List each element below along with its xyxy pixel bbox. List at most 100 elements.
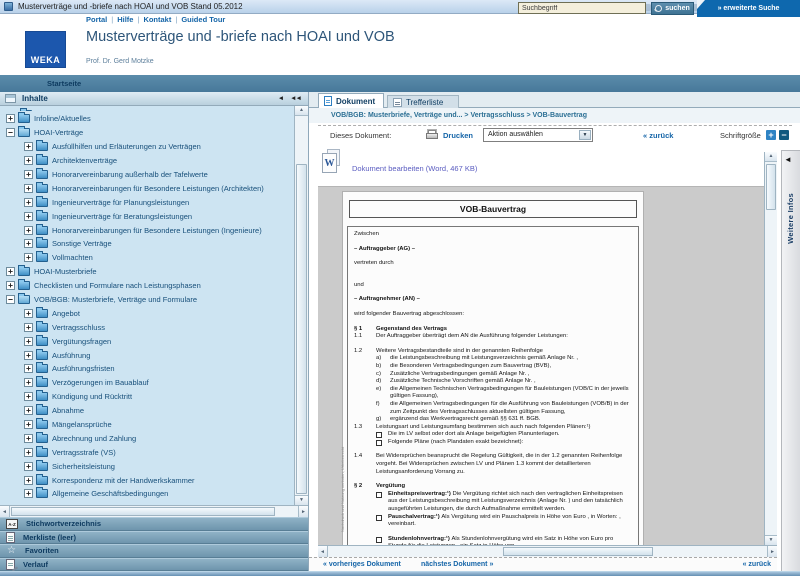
- tree-item[interactable]: + Checklisten und Formulare nach Leistung…: [0, 279, 294, 293]
- tree-item[interactable]: − HOAI-Verträge: [0, 126, 294, 140]
- collapse-panel-icon[interactable]: [278, 95, 284, 102]
- tree-item[interactable]: + Sicherheitsleistung: [0, 459, 294, 473]
- expand-icon[interactable]: +: [24, 142, 33, 152]
- sidebar-accordion-merkliste[interactable]: Merkliste (leer): [0, 530, 308, 544]
- collapse-all-icon[interactable]: [290, 95, 301, 102]
- expand-icon[interactable]: +: [24, 461, 33, 471]
- guided-tour-link[interactable]: Guided Tour: [181, 15, 225, 24]
- tree-item[interactable]: − VOB/BGB: Musterbriefe, Verträge und For…: [0, 293, 294, 307]
- action-dropdown[interactable]: Aktion auswählen: [483, 128, 593, 142]
- expand-icon[interactable]: +: [24, 447, 33, 457]
- tree-item[interactable]: + Allgemeine Geschäftsbedingungen: [0, 487, 294, 501]
- tab-dokument[interactable]: Dokument: [318, 93, 384, 108]
- portal-link[interactable]: Portal: [86, 15, 107, 24]
- expand-icon[interactable]: +: [24, 183, 33, 193]
- tree-item[interactable]: + Architektenverträge: [0, 154, 294, 168]
- search-input[interactable]: [518, 2, 646, 14]
- search-button[interactable]: suchen: [651, 2, 694, 15]
- next-document-link[interactable]: nächstes Dokument »: [421, 561, 493, 568]
- document-vertical-scrollbar[interactable]: ▲ ▼: [764, 152, 777, 545]
- sidebar-accordion-stichwortverzeichnis[interactable]: Stichwortverzeichnis: [0, 517, 308, 531]
- expand-icon[interactable]: +: [24, 308, 33, 318]
- collapse-icon[interactable]: −: [6, 295, 15, 305]
- expand-icon[interactable]: +: [24, 475, 33, 485]
- tree-item[interactable]: + HOAI-Musterbriefe: [0, 265, 294, 279]
- expand-icon[interactable]: +: [6, 114, 15, 124]
- advanced-search-link[interactable]: » erweiterte Suche: [697, 0, 800, 17]
- scroll-left-icon[interactable]: ◄: [318, 546, 328, 557]
- startseite-tab[interactable]: Startseite: [47, 75, 81, 92]
- expand-icon[interactable]: +: [24, 197, 33, 207]
- tree-item[interactable]: + Sonstige Verträge: [0, 237, 294, 251]
- expand-icon[interactable]: +: [24, 489, 33, 499]
- footer-back-link[interactable]: « zurück: [743, 561, 771, 568]
- expand-icon[interactable]: +: [24, 156, 33, 166]
- fontsize-plus-button[interactable]: +: [766, 130, 776, 140]
- fontsize-minus-button[interactable]: −: [779, 130, 789, 140]
- expand-icon[interactable]: +: [24, 392, 33, 402]
- word-edit-link[interactable]: Dokument bearbeiten (Word, 467 KB): [352, 164, 477, 173]
- scroll-left-icon[interactable]: ◄: [0, 506, 10, 517]
- sidebar-accordion-verlauf[interactable]: Verlauf: [0, 557, 308, 571]
- tree-item[interactable]: + Abrechnung und Zahlung: [0, 431, 294, 445]
- scrollbar-thumb[interactable]: [503, 547, 653, 556]
- expand-icon[interactable]: +: [24, 364, 33, 374]
- scroll-right-icon[interactable]: ►: [298, 506, 308, 517]
- scrollbar-thumb[interactable]: [296, 164, 307, 494]
- hilfe-link[interactable]: Hilfe: [117, 15, 133, 24]
- tree-item[interactable]: + Ausfüllhilfen und Erläuterungen zu Vert…: [0, 140, 294, 154]
- scrollbar-thumb[interactable]: [766, 164, 776, 210]
- document-horizontal-scrollbar[interactable]: ◄ ►: [318, 545, 777, 557]
- tree-item[interactable]: + Ingenieurverträge für Beratungsleistung…: [0, 209, 294, 223]
- prev-document-link[interactable]: « vorheriges Dokument: [323, 561, 401, 568]
- tree-item[interactable]: + Honorarvereinbarung außerhalb der Tafel…: [0, 168, 294, 182]
- tree-horizontal-scrollbar[interactable]: ◄ ►: [0, 505, 308, 517]
- kontakt-link[interactable]: Kontakt: [143, 15, 171, 24]
- expand-icon[interactable]: +: [6, 267, 15, 277]
- expand-icon[interactable]: +: [24, 253, 33, 263]
- scroll-down-icon[interactable]: ▼: [295, 495, 308, 505]
- tree-item[interactable]: + Angebot: [0, 306, 294, 320]
- tab-trefferliste[interactable]: Trefferliste: [387, 95, 459, 108]
- tree-item[interactable]: + Infoline/Aktuelles: [0, 112, 294, 126]
- expand-icon[interactable]: +: [24, 170, 33, 179]
- tree-item[interactable]: + Ausführungsfristen: [0, 362, 294, 376]
- tree-item[interactable]: + Vergütungsfragen: [0, 334, 294, 348]
- tree-item[interactable]: + Vertragsschluss: [0, 320, 294, 334]
- scrollbar-thumb[interactable]: [11, 507, 275, 516]
- tree-vertical-scrollbar[interactable]: ▲ ▼: [294, 106, 308, 505]
- expand-icon[interactable]: +: [24, 322, 33, 332]
- scroll-right-icon[interactable]: ►: [767, 546, 777, 557]
- chevron-down-icon[interactable]: [579, 130, 591, 140]
- expand-icon[interactable]: +: [24, 350, 33, 360]
- tree-item[interactable]: + Honorarvereinbarungen für Besondere Lei…: [0, 223, 294, 237]
- collapse-icon[interactable]: −: [6, 128, 15, 138]
- tree-item[interactable]: + Ausführung: [0, 348, 294, 362]
- expand-icon[interactable]: +: [24, 211, 33, 221]
- expand-icon[interactable]: +: [24, 336, 33, 346]
- sidebar-accordion-favoriten[interactable]: Favoriten: [0, 544, 308, 558]
- tree-item[interactable]: + Verzögerungen im Bauablauf: [0, 376, 294, 390]
- tree-item[interactable]: + Vertragsstrafe (VS): [0, 445, 294, 459]
- expand-icon[interactable]: +: [24, 420, 33, 430]
- scroll-up-icon[interactable]: ▲: [295, 106, 308, 116]
- expand-icon[interactable]: +: [24, 225, 33, 235]
- tree-item[interactable]: + Ingenieurverträge für Planungsleistunge…: [0, 195, 294, 209]
- collapse-infos-icon[interactable]: [784, 156, 792, 164]
- tree-item[interactable]: + Mängelansprüche: [0, 418, 294, 432]
- weitere-infos-tab[interactable]: Weitere Infos: [781, 150, 800, 571]
- expand-icon[interactable]: +: [24, 406, 33, 416]
- scroll-up-icon[interactable]: ▲: [765, 152, 777, 162]
- tree-item[interactable]: + Kündigung und Rücktritt: [0, 390, 294, 404]
- tree-item[interactable]: + Korrespondenz mit der Handwerkskammer: [0, 473, 294, 487]
- tree-item[interactable]: + Vollmachten: [0, 251, 294, 265]
- tree-item[interactable]: + Honorarvereinbarungen für Besondere Lei…: [0, 181, 294, 195]
- expand-icon[interactable]: +: [24, 378, 33, 388]
- expand-icon[interactable]: +: [24, 433, 33, 443]
- scroll-down-icon[interactable]: ▼: [765, 535, 777, 545]
- expand-icon[interactable]: +: [6, 281, 15, 291]
- drucken-link[interactable]: Drucken: [443, 131, 473, 140]
- expand-icon[interactable]: +: [24, 239, 33, 249]
- back-link[interactable]: « zurück: [643, 131, 673, 140]
- tree-item[interactable]: + Abnahme: [0, 404, 294, 418]
